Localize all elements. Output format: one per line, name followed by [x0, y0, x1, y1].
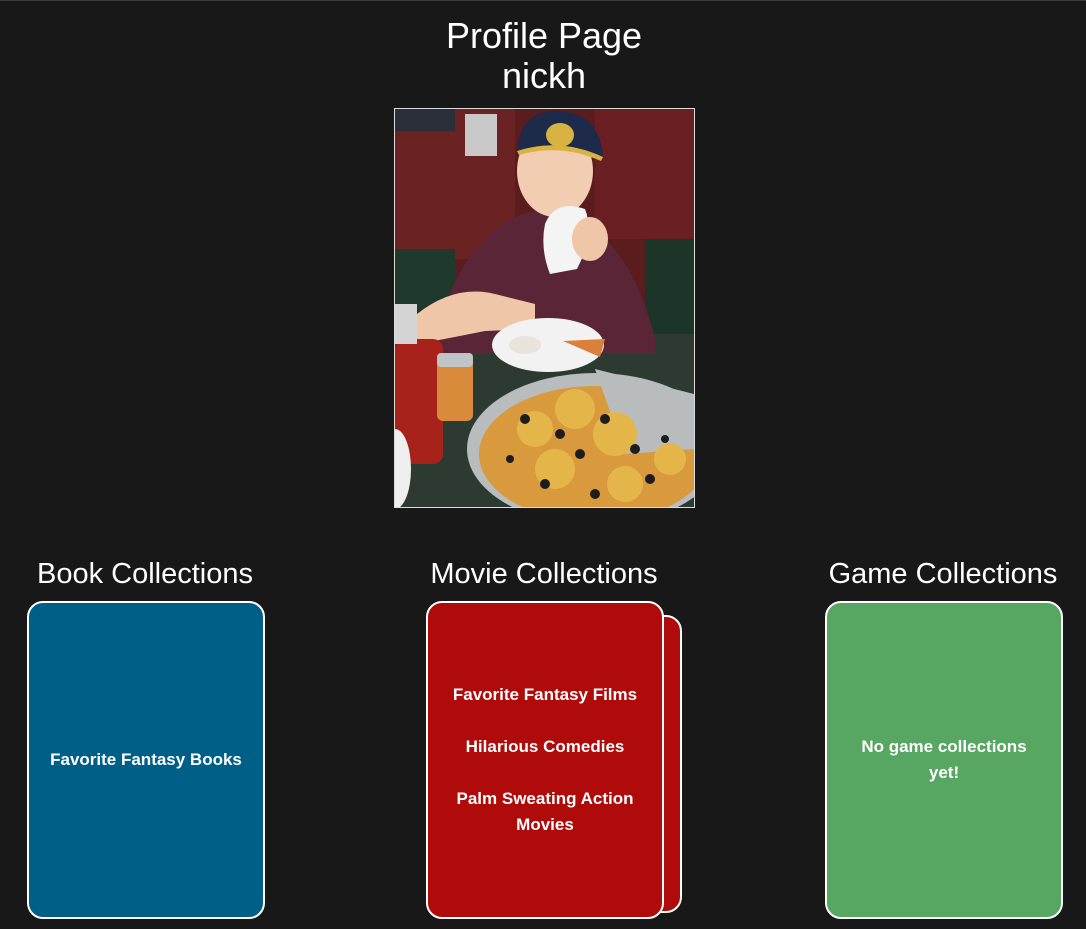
movie-collection-item[interactable]: Favorite Fantasy Films: [435, 682, 655, 708]
profile-photo: [394, 108, 695, 508]
book-collections-card[interactable]: Favorite Fantasy Books: [27, 601, 265, 919]
movie-collection-item[interactable]: Hilarious Comedies: [448, 734, 643, 760]
movie-collections-card[interactable]: Favorite Fantasy Films Hilarious Comedie…: [426, 601, 664, 919]
top-divider: [0, 0, 1086, 1]
page-header: Profile Page nickh: [0, 16, 1086, 96]
book-collections-heading: Book Collections: [37, 558, 253, 590]
game-collections-card[interactable]: No game collections yet!: [825, 601, 1063, 919]
movie-collection-item[interactable]: Palm Sweating Action Movies: [428, 786, 662, 838]
game-collections-heading: Game Collections: [828, 558, 1058, 590]
profile-username: nickh: [501, 55, 587, 96]
empty-collections-message: No game collections yet!: [861, 737, 1027, 782]
book-collection-item[interactable]: Favorite Fantasy Books: [32, 747, 260, 773]
page-title: Profile Page: [445, 15, 643, 56]
movie-collections-heading: Movie Collections: [430, 558, 658, 590]
